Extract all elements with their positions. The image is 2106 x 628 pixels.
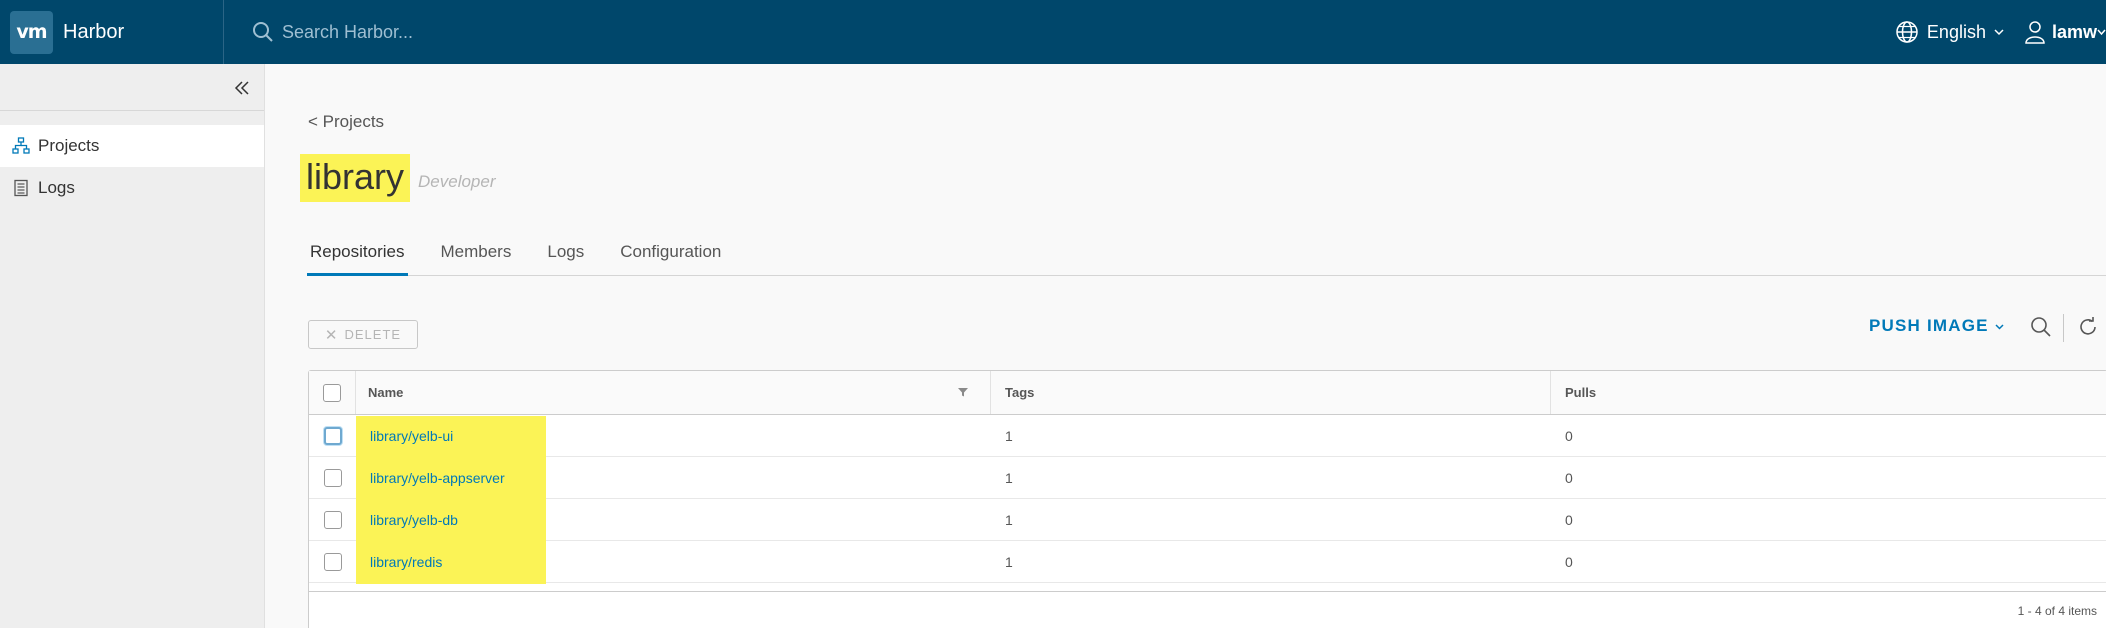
logs-document-icon xyxy=(14,179,28,197)
chevron-down-icon xyxy=(1994,29,2004,36)
row-checkbox[interactable] xyxy=(323,426,342,445)
repo-link[interactable]: library/yelb-db xyxy=(370,512,458,528)
repo-link[interactable]: library/redis xyxy=(370,554,442,570)
sidebar-item-logs[interactable]: Logs xyxy=(0,167,264,209)
search-input[interactable] xyxy=(282,21,582,43)
globe-icon xyxy=(1896,21,1918,43)
table-row[interactable]: library/yelb-appserver 1 0 xyxy=(309,457,2106,499)
header-right: English lamw xyxy=(1895,0,2106,64)
delete-button[interactable]: ✕ DELETE xyxy=(308,320,418,349)
sidebar-item-label: Projects xyxy=(38,136,100,155)
select-all-cell xyxy=(309,371,356,414)
table-footer: 1 - 4 of 4 items xyxy=(309,591,2106,628)
column-label: Tags xyxy=(1005,385,1035,400)
tags-cell: 1 xyxy=(1005,511,1013,528)
pagination-summary: 1 - 4 of 4 items xyxy=(2017,603,2097,618)
column-header-tags[interactable]: Tags xyxy=(991,371,1551,414)
pulls-cell: 0 xyxy=(1565,427,1573,444)
table-header: Name Tags Pulls xyxy=(309,371,2106,415)
row-select-cell xyxy=(309,499,356,540)
column-label: Pulls xyxy=(1565,385,1597,400)
sidebar-collapse-bar xyxy=(0,66,264,111)
pulls-cell: 0 xyxy=(1565,553,1573,570)
page-title: library xyxy=(300,154,411,202)
top-header: vm Harbor English xyxy=(0,0,2106,64)
column-header-pulls[interactable]: Pulls xyxy=(1551,371,1596,414)
tab-repositories[interactable]: Repositories xyxy=(307,238,408,276)
tab-configuration[interactable]: Configuration xyxy=(617,238,724,276)
tab-logs[interactable]: Logs xyxy=(544,238,587,276)
brand[interactable]: vm Harbor xyxy=(0,0,224,64)
row-select-cell xyxy=(309,541,356,582)
double-chevron-left-icon[interactable] xyxy=(234,80,250,96)
repositories-table: Name Tags Pulls library/yelb-ui 1 0 libr… xyxy=(308,370,2106,628)
project-title-row: library Developer xyxy=(300,154,496,202)
row-checkbox[interactable] xyxy=(323,510,342,529)
table-row[interactable]: library/yelb-ui 1 0 xyxy=(309,415,2106,457)
close-icon: ✕ xyxy=(324,326,339,344)
push-image-button[interactable]: PUSH IMAGE xyxy=(1869,316,2004,336)
main-content: < Projects library Developer Repositorie… xyxy=(265,64,2106,628)
refresh-icon[interactable] xyxy=(2077,316,2099,338)
select-all-checkbox[interactable] xyxy=(323,383,341,402)
repo-link[interactable]: library/yelb-ui xyxy=(370,428,453,444)
column-header-name[interactable]: Name xyxy=(356,371,991,414)
language-label: English xyxy=(1926,21,1986,42)
pulls-cell: 0 xyxy=(1565,511,1573,528)
search-icon[interactable] xyxy=(2030,316,2052,338)
column-label: Name xyxy=(368,385,404,400)
row-checkbox[interactable] xyxy=(323,552,342,571)
delete-label: DELETE xyxy=(344,327,402,342)
app-name[interactable]: Harbor xyxy=(63,21,124,44)
row-checkbox[interactable] xyxy=(323,468,342,487)
tags-cell: 1 xyxy=(1005,469,1013,486)
chevron-down-icon xyxy=(1995,323,2004,330)
filter-icon[interactable] xyxy=(958,387,968,397)
tags-cell: 1 xyxy=(1005,553,1013,570)
search-icon xyxy=(253,22,273,42)
sidebar: Projects Logs xyxy=(0,64,265,628)
row-select-cell xyxy=(309,415,356,456)
role-label: Developer xyxy=(418,172,496,191)
username-label: lamw xyxy=(2051,21,2097,42)
toolbar-divider xyxy=(2063,314,2064,342)
global-search[interactable] xyxy=(252,0,582,64)
push-image-label: PUSH IMAGE xyxy=(1869,316,1989,335)
pulls-cell: 0 xyxy=(1565,469,1573,486)
project-tabs: Repositories Members Logs Configuration xyxy=(307,238,2106,276)
row-select-cell xyxy=(309,457,356,498)
chevron-down-icon xyxy=(2097,29,2106,36)
repo-link[interactable]: library/yelb-appserver xyxy=(370,470,505,486)
sidebar-item-projects[interactable]: Projects xyxy=(0,125,264,167)
sidebar-item-label: Logs xyxy=(38,178,75,197)
table-row[interactable]: library/redis 1 0 xyxy=(309,541,2106,583)
table-row[interactable]: library/yelb-db 1 0 xyxy=(309,499,2106,541)
user-menu[interactable]: lamw xyxy=(2024,20,2106,44)
tab-members[interactable]: Members xyxy=(438,238,515,276)
user-icon xyxy=(2025,21,2045,44)
language-selector[interactable]: English xyxy=(1895,20,2004,44)
vmware-logo[interactable]: vm xyxy=(10,10,53,54)
projects-tree-icon xyxy=(12,137,30,154)
tags-cell: 1 xyxy=(1005,427,1013,444)
breadcrumb-projects[interactable]: < Projects xyxy=(308,112,384,132)
